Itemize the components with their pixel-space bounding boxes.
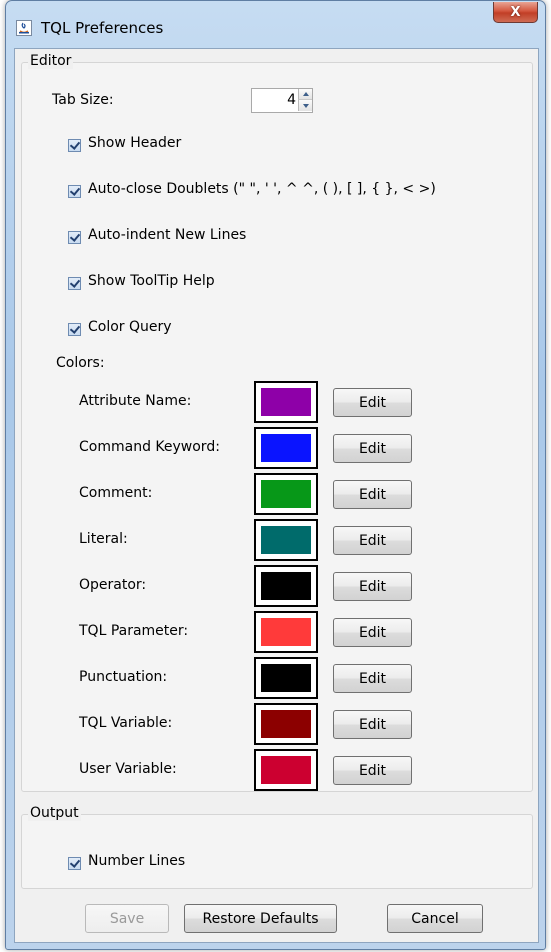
save-button[interactable]: Save [85, 904, 169, 933]
auto-indent-label: Auto-indent New Lines [88, 227, 247, 243]
editor-group-title: Editor [28, 53, 74, 69]
swatch-fill [261, 664, 311, 692]
title-bar: TQL Preferences X [6, 1, 545, 45]
restore-defaults-button[interactable]: Restore Defaults [184, 904, 337, 933]
color-row-label: Command Keyword: [79, 439, 220, 455]
swatch-fill [261, 526, 311, 554]
preferences-window: TQL Preferences X Editor Tab Size: 4 Sho… [5, 0, 546, 950]
swatch-fill [261, 618, 311, 646]
spinner-down-arrow-icon[interactable] [298, 100, 312, 111]
output-group: Output Number Lines [21, 805, 533, 889]
edit-color-button[interactable]: Edit [333, 664, 412, 693]
colors-label: Colors: [56, 355, 105, 371]
color-swatch[interactable] [254, 519, 318, 561]
editor-group: Editor Tab Size: 4 Show Header Auto-clos… [21, 53, 533, 792]
auto-indent-checkbox[interactable] [68, 231, 81, 244]
tab-size-label: Tab Size: [52, 92, 114, 108]
color-swatch[interactable] [254, 749, 318, 791]
edit-color-button[interactable]: Edit [333, 710, 412, 739]
swatch-fill [261, 756, 311, 784]
color-swatch[interactable] [254, 657, 318, 699]
show-header-label: Show Header [88, 135, 182, 151]
swatch-fill [261, 434, 311, 462]
color-swatch[interactable] [254, 381, 318, 423]
color-row-label: Punctuation: [79, 669, 168, 685]
color-row-label: TQL Parameter: [79, 623, 189, 639]
color-row-label: Literal: [79, 531, 128, 547]
swatch-fill [261, 710, 311, 738]
edit-color-button[interactable]: Edit [333, 618, 412, 647]
color-row-label: User Variable: [79, 761, 177, 777]
close-button[interactable]: X [493, 2, 538, 23]
color-row-label: Operator: [79, 577, 147, 593]
show-tooltip-help-label: Show ToolTip Help [88, 273, 215, 289]
tab-size-value: 4 [287, 92, 296, 108]
number-lines-label: Number Lines [88, 853, 186, 869]
color-swatch[interactable] [254, 611, 318, 653]
auto-close-doublets-checkbox[interactable] [68, 185, 81, 198]
swatch-fill [261, 480, 311, 508]
color-row-label: Comment: [79, 485, 153, 501]
tab-size-spinner[interactable]: 4 [251, 88, 313, 113]
output-group-title: Output [28, 805, 81, 821]
window-title: TQL Preferences [41, 19, 164, 37]
edit-color-button[interactable]: Edit [333, 480, 412, 509]
edit-color-button[interactable]: Edit [333, 756, 412, 785]
edit-color-button[interactable]: Edit [333, 526, 412, 555]
show-header-checkbox[interactable] [68, 139, 81, 152]
color-row-label: Attribute Name: [79, 393, 192, 409]
number-lines-checkbox[interactable] [68, 857, 81, 870]
cancel-button[interactable]: Cancel [387, 904, 483, 933]
color-query-label: Color Query [88, 319, 172, 335]
color-swatch[interactable] [254, 565, 318, 607]
color-row-label: TQL Variable: [79, 715, 173, 731]
java-app-icon [16, 20, 32, 36]
edit-color-button[interactable]: Edit [333, 434, 412, 463]
show-tooltip-help-checkbox[interactable] [68, 277, 81, 290]
dialog-content: Editor Tab Size: 4 Show Header Auto-clos… [14, 48, 539, 943]
color-swatch[interactable] [254, 473, 318, 515]
color-query-checkbox[interactable] [68, 323, 81, 336]
swatch-fill [261, 388, 311, 416]
color-swatch[interactable] [254, 703, 318, 745]
color-swatch[interactable] [254, 427, 318, 469]
swatch-fill [261, 572, 311, 600]
edit-color-button[interactable]: Edit [333, 388, 412, 417]
spinner-up-arrow-icon[interactable] [298, 89, 312, 100]
auto-close-doublets-label: Auto-close Doublets (" ", ' ', ^ ^, ( ),… [88, 181, 436, 197]
edit-color-button[interactable]: Edit [333, 572, 412, 601]
